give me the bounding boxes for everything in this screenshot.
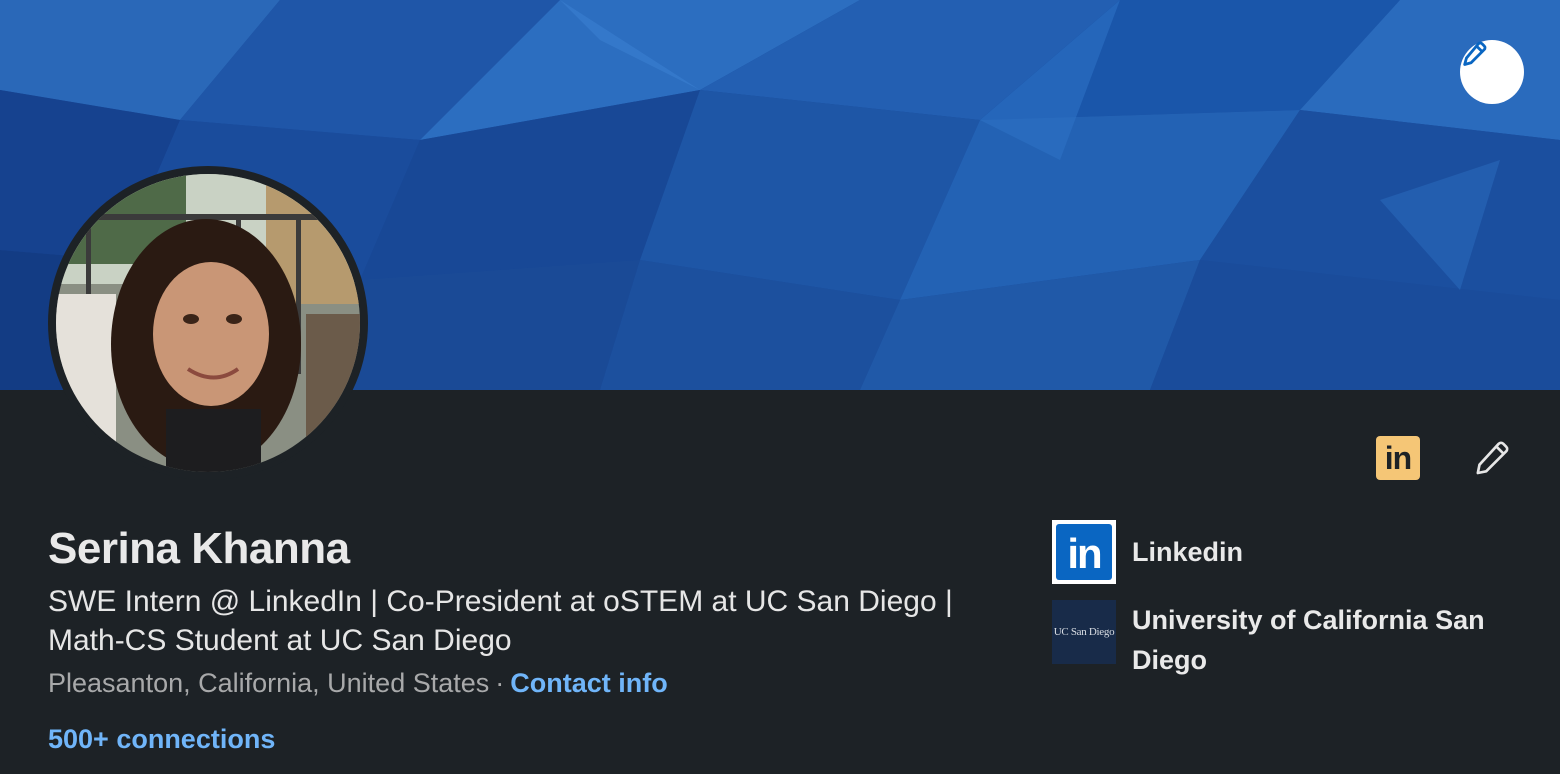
profile-actions: in [1376,436,1514,480]
linkedin-logo-icon: in [1052,520,1116,584]
linkedin-icon: in [1384,439,1412,476]
linkedin-logo-text: in [1067,530,1102,577]
edit-intro-button[interactable] [1470,436,1514,480]
profile-photo[interactable] [48,166,368,480]
org-label: University of California San Diego [1132,605,1485,675]
ucsd-logo-text: UC San Diego [1053,626,1115,638]
linkedin-badge-button[interactable]: in [1376,436,1420,480]
separator-dot: · [495,668,505,698]
org-ucsd[interactable]: UC San Diego University of California Sa… [1052,600,1522,680]
pencil-icon [1463,41,1487,66]
location-row: Pleasanton, California, United States · Co… [48,668,668,699]
profile-name: Serina Khanna [48,524,350,573]
profile-headline: SWE Intern @ LinkedIn | Co-President at … [48,585,953,657]
connections-link[interactable]: 500+ connections [48,724,275,755]
profile-location: Pleasanton, California, United States [48,668,490,698]
edit-banner-button[interactable] [1460,40,1524,104]
contact-info-link[interactable]: Contact info [510,668,667,698]
ucsd-logo-icon: UC San Diego [1052,600,1116,664]
profile-orgs: in Linkedin UC San Diego University of C… [1052,520,1522,680]
org-linkedin[interactable]: in Linkedin [1052,520,1522,584]
avatar [56,174,360,472]
profile-photo-image [56,174,360,472]
org-label: Linkedin [1132,537,1244,567]
pencil-icon [1476,441,1509,475]
